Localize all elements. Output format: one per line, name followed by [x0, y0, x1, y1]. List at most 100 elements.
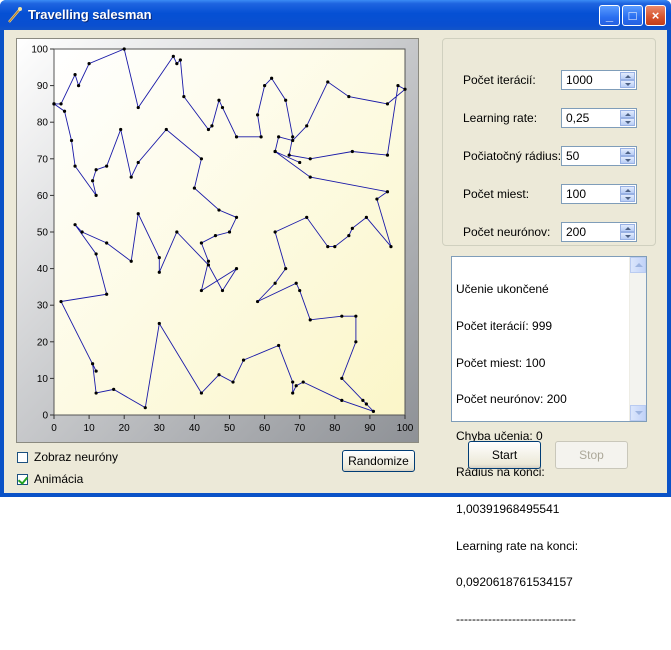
- maximize-button[interactable]: □: [622, 5, 643, 26]
- x-tick-label: 40: [189, 423, 201, 434]
- app-icon: [8, 7, 22, 23]
- show-neurons-checkbox[interactable]: Zobraz neuróny: [17, 450, 118, 464]
- city-point: [175, 62, 179, 66]
- randomize-button[interactable]: Randomize: [342, 450, 415, 472]
- cities-spinner[interactable]: 100: [561, 184, 637, 204]
- city-point: [361, 398, 365, 402]
- city-point: [175, 230, 179, 234]
- show-neurons-box[interactable]: [17, 451, 28, 463]
- city-point: [403, 87, 407, 91]
- city-point: [143, 406, 147, 410]
- city-point: [350, 149, 354, 154]
- city-point: [333, 245, 337, 249]
- title-bar[interactable]: Travelling salesman _ □ ×: [0, 0, 671, 30]
- city-point: [91, 362, 95, 366]
- learning-rate-spinner[interactable]: 0,25: [561, 108, 637, 128]
- x-tick-label: 80: [329, 423, 341, 434]
- city-point: [385, 102, 390, 106]
- iterations-value[interactable]: 1000: [566, 73, 593, 87]
- city-point: [364, 215, 368, 219]
- stop-button: Stop: [555, 441, 628, 469]
- x-tick-label: 100: [397, 423, 414, 434]
- x-tick-label: 70: [294, 423, 306, 434]
- scroll-down-icon[interactable]: [630, 405, 646, 421]
- city-point: [270, 76, 274, 80]
- x-tick-label: 50: [224, 423, 236, 434]
- city-point: [340, 398, 344, 402]
- cities-value[interactable]: 100: [566, 187, 586, 201]
- start-button[interactable]: Start: [468, 441, 541, 469]
- city-point: [364, 402, 368, 406]
- city-point: [273, 149, 277, 154]
- log-textbox[interactable]: Učenie ukončené Počet iterácií: 999 Poče…: [451, 256, 647, 625]
- spin-down-icon[interactable]: [620, 156, 635, 164]
- spin-up-icon[interactable]: [620, 224, 635, 232]
- neurons-spinner[interactable]: 200: [561, 222, 637, 242]
- spin-up-icon[interactable]: [620, 110, 635, 118]
- city-point: [389, 245, 393, 249]
- city-point: [76, 84, 81, 88]
- city-point: [129, 259, 133, 263]
- city-point: [284, 98, 288, 102]
- city-point: [73, 223, 77, 227]
- city-point: [305, 124, 309, 128]
- city-point: [210, 124, 214, 128]
- initial-radius-spinner[interactable]: 50: [561, 146, 637, 166]
- y-tick-label: 50: [37, 228, 49, 239]
- city-point: [73, 73, 77, 77]
- chart-svg: 0 10 20 30 40 50 60 70 80 90 100 0 10 20 30 40 50 60 70 80 9…: [17, 39, 418, 442]
- city-point: [284, 267, 288, 271]
- learning-rate-value[interactable]: 0,25: [566, 111, 589, 125]
- spin-up-icon[interactable]: [620, 186, 635, 194]
- app-window: Travelling salesman _ □ × 0 10 20 30 40 …: [0, 0, 671, 625]
- spin-up-icon[interactable]: [620, 72, 635, 80]
- city-point: [105, 164, 109, 168]
- y-tick-label: 100: [31, 45, 48, 56]
- city-point: [199, 157, 204, 161]
- city-point: [298, 288, 302, 293]
- initial-radius-value[interactable]: 50: [566, 149, 579, 163]
- city-point: [291, 380, 295, 384]
- iterations-spinner[interactable]: 1000: [561, 70, 637, 90]
- city-point: [206, 259, 211, 263]
- city-point: [122, 47, 126, 51]
- city-point: [291, 135, 295, 139]
- log-line: Learning rate na konci:: [456, 538, 579, 553]
- initial-radius-label: Počiatočný rádius:: [463, 149, 562, 163]
- animation-box[interactable]: [17, 473, 28, 485]
- city-point: [375, 197, 379, 201]
- city-point: [94, 193, 98, 197]
- spin-down-icon[interactable]: [620, 118, 635, 126]
- y-tick-label: 20: [37, 337, 49, 348]
- minimize-button[interactable]: _: [599, 5, 620, 26]
- city-point: [59, 299, 63, 304]
- spin-down-icon[interactable]: [620, 80, 635, 88]
- city-point: [347, 94, 351, 99]
- neurons-value[interactable]: 200: [566, 225, 586, 239]
- city-point: [91, 179, 95, 183]
- city-point: [52, 102, 56, 106]
- city-point: [69, 138, 74, 143]
- client-area: 0 10 20 30 40 50 60 70 80 90 100 0 10 20 30 40 50 60 70 80 9…: [4, 30, 667, 625]
- log-scrollbar[interactable]: [629, 257, 646, 421]
- city-point: [277, 343, 281, 348]
- log-line: 1,00391968495541: [456, 502, 560, 517]
- city-point: [136, 160, 140, 165]
- city-point: [234, 215, 239, 219]
- close-button[interactable]: ×: [645, 5, 666, 26]
- city-point: [350, 226, 354, 230]
- animation-checkbox[interactable]: Animácia: [17, 472, 83, 486]
- city-point: [59, 102, 63, 106]
- city-point: [308, 318, 312, 322]
- city-point: [291, 138, 295, 143]
- city-point: [396, 84, 400, 88]
- spin-up-icon[interactable]: [620, 148, 635, 156]
- city-point: [277, 135, 281, 139]
- spin-down-icon[interactable]: [620, 194, 635, 202]
- animation-label: Animácia: [34, 472, 84, 486]
- y-tick-label: 40: [37, 264, 49, 275]
- spin-down-icon[interactable]: [620, 232, 635, 240]
- scroll-up-icon[interactable]: [630, 257, 646, 273]
- city-point: [157, 270, 161, 274]
- cities-label: Počet miest:: [463, 187, 530, 201]
